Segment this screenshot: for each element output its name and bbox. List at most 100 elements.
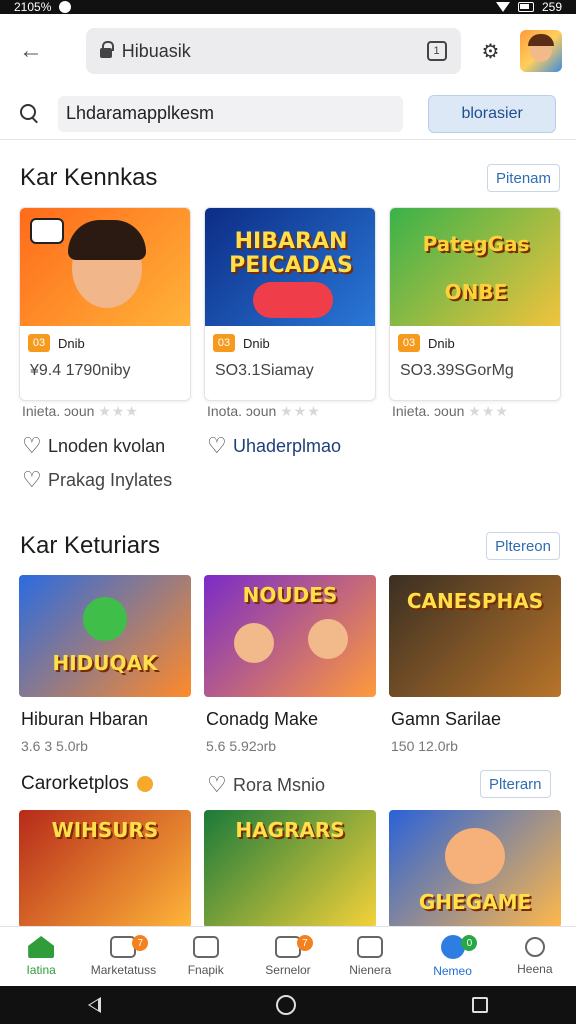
see-more-button[interactable]: Pitenam bbox=[486, 164, 560, 192]
game-thumbnail[interactable]: HIDUQAK bbox=[19, 575, 191, 697]
rating-text: Inieta. ɔoun bbox=[22, 403, 95, 419]
heart-icon bbox=[207, 773, 227, 798]
rating-line: Inieta. ɔoun ★★★ bbox=[22, 403, 139, 420]
nav-label: Iatina bbox=[26, 963, 56, 977]
featured-game-card[interactable]: HIBARAN PEICADAS 03 Dnib SO3.1Siamay bbox=[204, 207, 376, 401]
game-meta: 3.6 3 5.0rb bbox=[21, 738, 88, 754]
search-input[interactable] bbox=[57, 95, 404, 132]
thumbnail-title: PategGas ONBE bbox=[422, 232, 530, 304]
game-thumbnail[interactable]: HAGRARS bbox=[204, 810, 376, 928]
nav-item-account[interactable]: 0 Nemeo bbox=[411, 927, 493, 986]
notification-badge: 7 bbox=[296, 935, 313, 951]
thumbnail-title: NOUDES bbox=[242, 583, 338, 607]
nav-item-home[interactable]: Iatina bbox=[0, 927, 82, 986]
see-more-button[interactable]: Plterarn bbox=[480, 770, 551, 798]
character-illustration bbox=[83, 597, 127, 641]
character-hair bbox=[68, 220, 146, 260]
nav-label: Sernelor bbox=[265, 963, 311, 977]
system-navigation-bar bbox=[0, 986, 576, 1024]
heart-icon bbox=[207, 434, 227, 459]
star-rating-icon: ★★★ bbox=[98, 403, 139, 419]
nav-item-market[interactable]: 7 Marketatuss bbox=[82, 927, 164, 986]
game-thumbnail[interactable]: GHEGAME bbox=[389, 810, 561, 928]
star-rating-icon: ★★★ bbox=[280, 403, 321, 419]
search-icon[interactable] bbox=[20, 103, 40, 124]
nav-label: Marketatuss bbox=[90, 963, 157, 977]
notification-badge: 7 bbox=[132, 935, 149, 951]
game-thumbnail bbox=[20, 208, 190, 326]
gallery-icon bbox=[357, 936, 384, 958]
featured-game-card[interactable]: 03 Dnib ¥9.4 1790niby bbox=[19, 207, 191, 401]
thumbnail-title: HIDUQAK bbox=[52, 651, 158, 675]
game-title[interactable]: Gamn Sarilae bbox=[391, 709, 501, 730]
section-title: Kar Keturiars bbox=[20, 532, 161, 559]
game-title[interactable]: Conadg Make bbox=[206, 709, 318, 730]
favorite-link[interactable]: Rora Msnio bbox=[207, 773, 326, 798]
badge-label: Dnib bbox=[243, 335, 270, 351]
gamepad-icon bbox=[253, 282, 333, 318]
character-illustration bbox=[308, 619, 348, 659]
favorite-link[interactable]: Uhaderplmao bbox=[207, 434, 342, 459]
system-back-icon[interactable] bbox=[87, 997, 101, 1013]
section-header: Kar Keturiars Pltereon bbox=[20, 532, 560, 560]
share-icon[interactable]: ⚙ bbox=[479, 39, 503, 63]
status-time: 2105% bbox=[14, 0, 52, 14]
rating-line: Inota. ɔoun ★★★ bbox=[207, 403, 321, 420]
tab-count-button[interactable]: 1 bbox=[426, 41, 447, 61]
avatar[interactable] bbox=[520, 30, 562, 72]
system-recents-icon[interactable] bbox=[472, 997, 489, 1013]
rank-badge: 03 bbox=[213, 334, 235, 352]
search-row: blorasier bbox=[0, 88, 576, 140]
thumbnail-title: GHEGAME bbox=[418, 890, 532, 914]
game-thumbnail[interactable]: CANESPHAS bbox=[389, 575, 561, 697]
game-thumbnail: PategGas ONBE bbox=[390, 208, 560, 326]
nav-label: Fnapik bbox=[187, 963, 224, 977]
favorite-link-label: Rora Msnio bbox=[233, 775, 326, 795]
game-thumbnail: HIBARAN PEICADAS bbox=[205, 208, 375, 326]
see-more-button[interactable]: Pltereon bbox=[486, 532, 560, 560]
back-arrow-icon[interactable]: ← bbox=[14, 34, 48, 68]
rank-badge: 03 bbox=[28, 334, 50, 352]
game-meta: 150 12.0rb bbox=[391, 738, 458, 754]
section-title: Kar Kennkas bbox=[20, 164, 158, 191]
nav-label: Heena bbox=[517, 962, 553, 976]
thumbnail-title: CANESPHAS bbox=[406, 589, 544, 613]
card-subtitle: SO3.1Siamay bbox=[215, 362, 314, 379]
favorite-link-label: Uhaderplmao bbox=[233, 436, 342, 456]
profile-icon bbox=[524, 937, 545, 957]
subsection-title-row: Carorketplos bbox=[21, 773, 153, 795]
game-title[interactable]: Hiburan Hbaran bbox=[21, 709, 148, 730]
nav-item-camera[interactable]: 7 Sernelor bbox=[247, 927, 329, 986]
bottom-navigation: Iatina 7 Marketatuss Fnapik 7 Sernelor N… bbox=[0, 926, 576, 986]
badge-label: Dnib bbox=[58, 335, 85, 351]
nav-label: Nemeo bbox=[433, 964, 472, 978]
search-button[interactable]: blorasier bbox=[428, 94, 556, 133]
rating-line: Inieta. ɔoun ★★★ bbox=[392, 403, 509, 420]
nav-label: Nienera bbox=[349, 963, 392, 977]
browser-toolbar: ← Hibuasik 1 ⚙ bbox=[0, 20, 576, 82]
system-home-icon[interactable] bbox=[276, 995, 297, 1015]
chart-icon bbox=[192, 936, 219, 958]
game-thumbnail[interactable]: NOUDES bbox=[204, 575, 376, 697]
featured-game-card[interactable]: PategGas ONBE 03 Dnib SO3.39SGorMg bbox=[389, 207, 561, 401]
url-text: Hibuasik bbox=[121, 40, 191, 61]
speech-bubble-icon bbox=[30, 218, 64, 244]
rank-badge: 03 bbox=[398, 334, 420, 352]
card-subtitle: SO3.39SGorMg bbox=[400, 362, 514, 379]
battery-icon bbox=[517, 2, 534, 12]
character-illustration bbox=[234, 623, 274, 663]
address-bar[interactable]: Hibuasik 1 bbox=[85, 28, 461, 74]
home-icon bbox=[28, 936, 55, 958]
wifi-icon bbox=[495, 2, 510, 12]
notification-badge: 0 bbox=[461, 935, 478, 951]
nav-item-gallery[interactable]: Nienera bbox=[329, 927, 411, 986]
nav-item-profile[interactable]: Heena bbox=[494, 927, 576, 986]
game-thumbnail[interactable]: WIHSURS bbox=[19, 810, 191, 928]
favorite-link-label: Prakag Inylates bbox=[48, 470, 173, 490]
nav-item-chart[interactable]: Fnapik bbox=[165, 927, 247, 986]
rating-text: Inieta. ɔoun bbox=[392, 403, 465, 419]
favorite-link[interactable]: Prakag Inylates bbox=[22, 468, 173, 493]
favorite-link-label: Lnoden kvolan bbox=[48, 436, 166, 456]
lock-icon bbox=[99, 41, 114, 58]
favorite-link[interactable]: Lnoden kvolan bbox=[22, 434, 166, 459]
